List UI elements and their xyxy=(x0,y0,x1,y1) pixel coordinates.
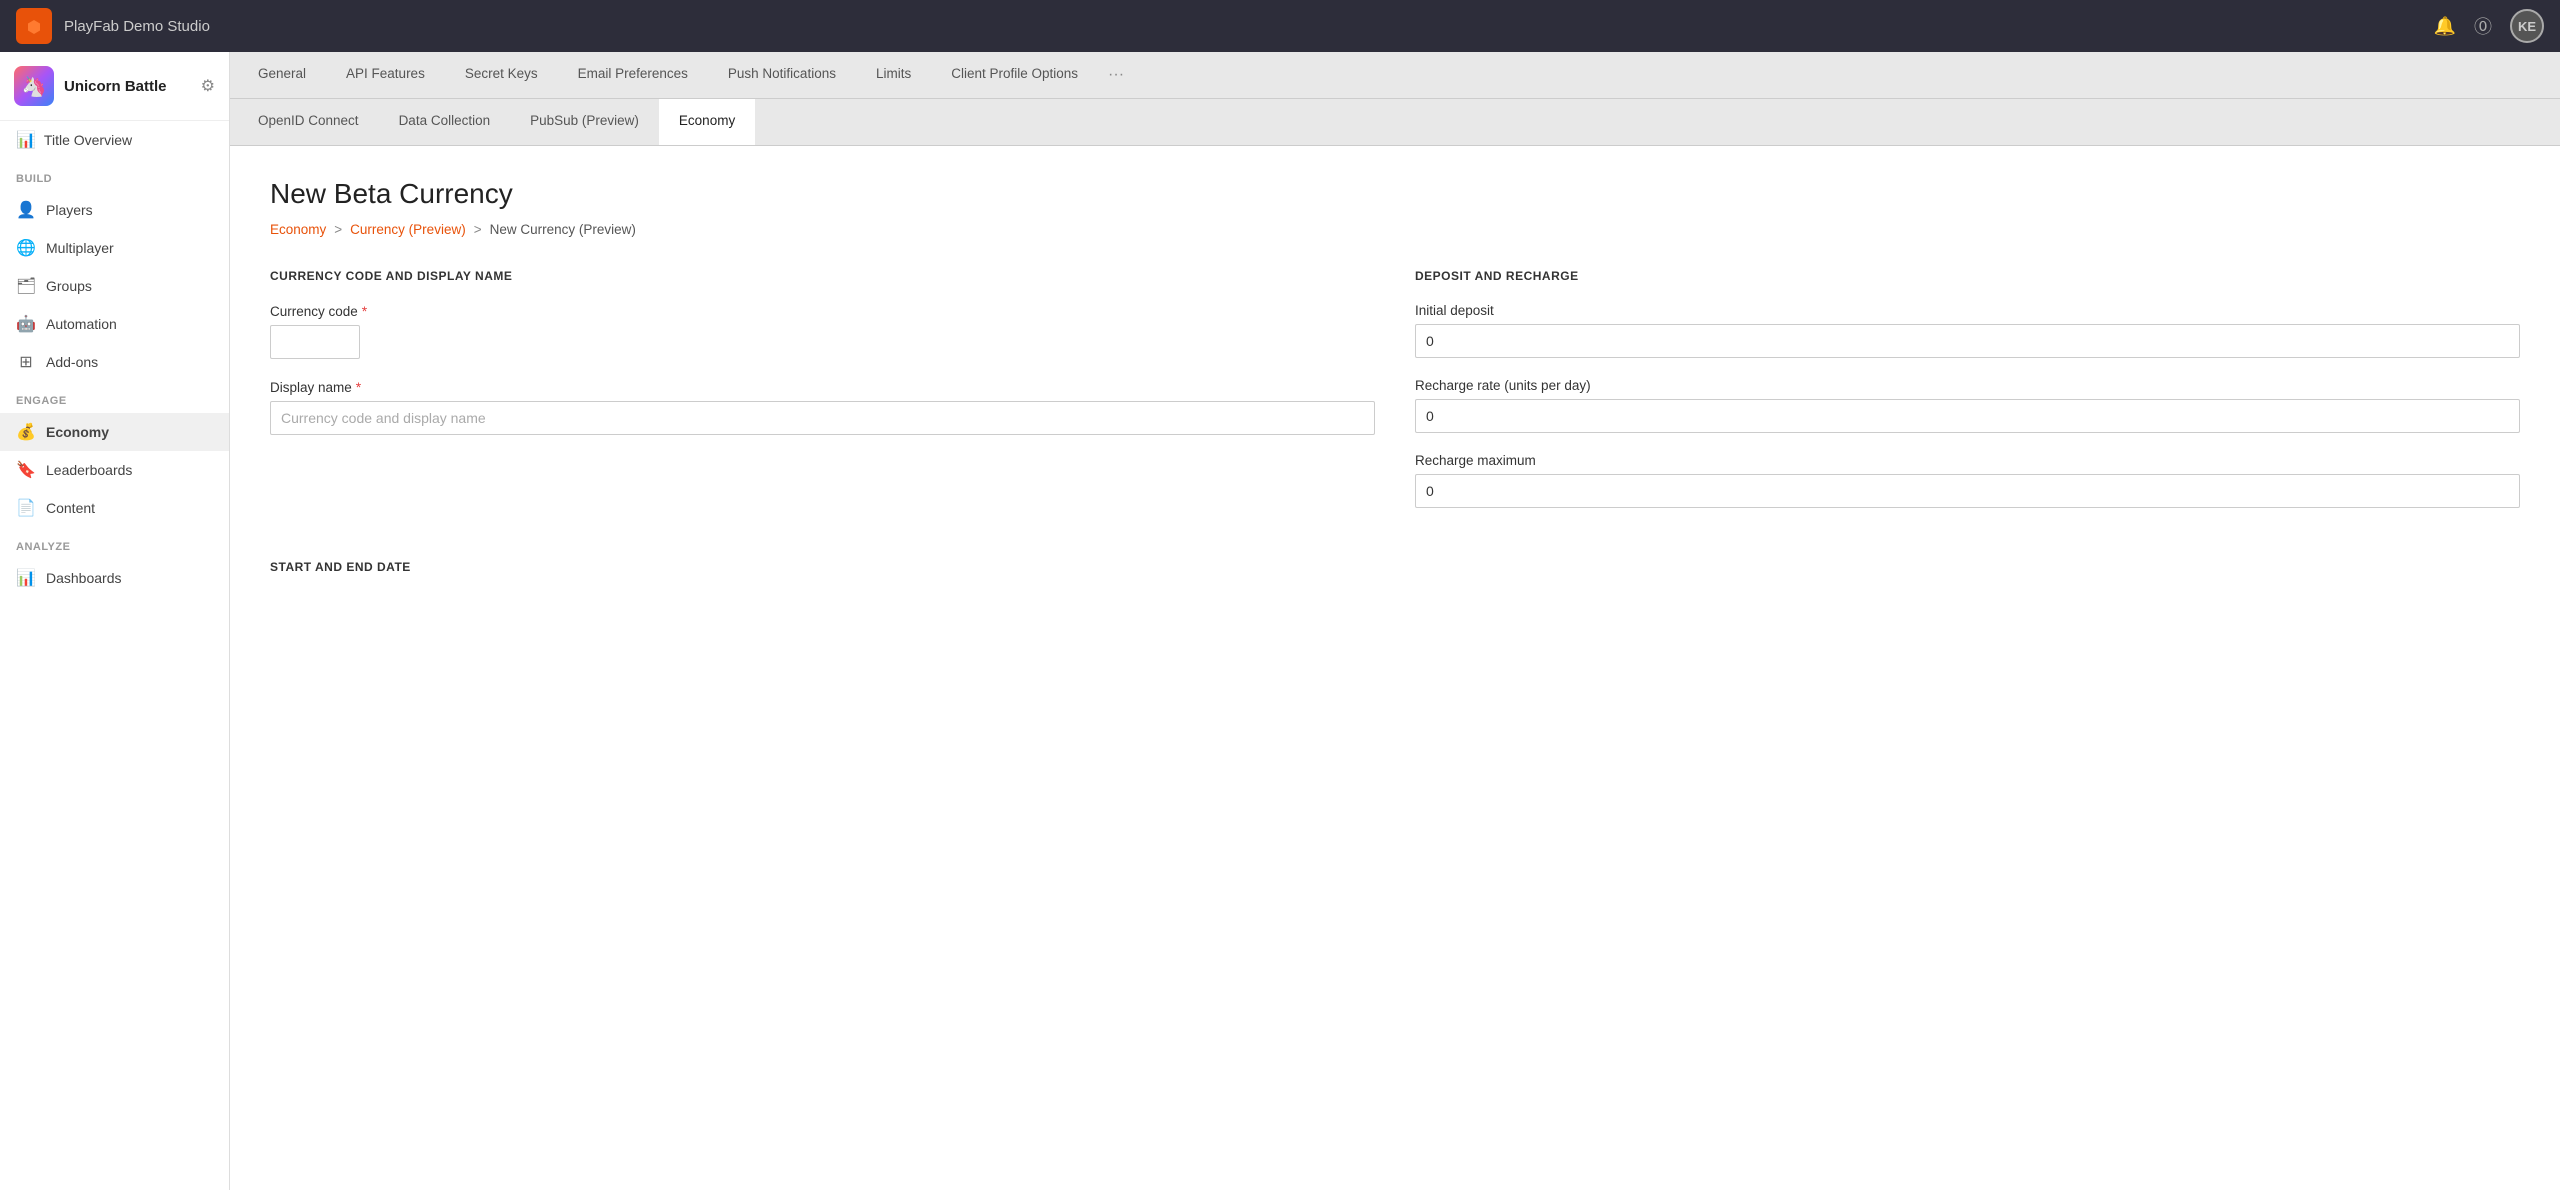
analyze-section-label: ANALYZE xyxy=(0,527,229,559)
tab-push-notifications[interactable]: Push Notifications xyxy=(708,52,856,98)
tab-secret-keys[interactable]: Secret Keys xyxy=(445,52,558,98)
sidebar-item-multiplayer-label: Multiplayer xyxy=(46,240,114,256)
main-area: General API Features Secret Keys Email P… xyxy=(230,52,2560,1190)
tab-general[interactable]: General xyxy=(238,52,326,98)
display-name-required: * xyxy=(356,379,361,395)
app-logo xyxy=(16,8,52,44)
sidebar-item-groups[interactable]: 🗂 Groups xyxy=(0,267,229,305)
initial-deposit-field: Initial deposit xyxy=(1415,303,2520,358)
tab-client-profile-options[interactable]: Client Profile Options xyxy=(931,52,1098,98)
display-name-input[interactable] xyxy=(270,401,1375,435)
sidebar-item-dashboards[interactable]: 📊 Dashboards xyxy=(0,559,229,597)
initial-deposit-label: Initial deposit xyxy=(1415,303,2520,318)
sidebar-item-groups-label: Groups xyxy=(46,278,92,294)
content-inner: New Beta Currency Economy > Currency (Pr… xyxy=(230,146,2560,1190)
dashboards-icon: 📊 xyxy=(16,568,36,588)
tab-pubsub-preview[interactable]: PubSub (Preview) xyxy=(510,99,659,145)
sidebar-item-multiplayer[interactable]: 🌐 Multiplayer xyxy=(0,229,229,267)
sidebar-item-automation-label: Automation xyxy=(46,316,117,332)
notification-icon[interactable]: 🔔 xyxy=(2434,16,2456,37)
add-ons-icon: ⊞ xyxy=(16,352,36,372)
game-icon: 🦄 xyxy=(14,66,54,106)
economy-icon: 💰 xyxy=(16,422,36,442)
form-grid: CURRENCY CODE AND DISPLAY NAME Currency … xyxy=(270,269,2520,528)
engage-section-label: ENGAGE xyxy=(0,381,229,413)
sidebar-item-title-overview[interactable]: 📊 Title Overview xyxy=(0,121,229,159)
top-bar-actions: 🔔 ⓪ KE xyxy=(2434,9,2544,43)
initial-deposit-input[interactable] xyxy=(1415,324,2520,358)
sidebar-item-content[interactable]: 📄 Content xyxy=(0,489,229,527)
app-title: PlayFab Demo Studio xyxy=(64,18,2422,35)
groups-icon: 🗂 xyxy=(16,276,36,296)
game-title: Unicorn Battle xyxy=(64,78,167,95)
currency-code-label: Currency code * xyxy=(270,303,1375,319)
tab-row-1: General API Features Secret Keys Email P… xyxy=(230,52,2560,99)
display-name-field: Display name * xyxy=(270,379,1375,435)
tab-bar: General API Features Secret Keys Email P… xyxy=(230,52,2560,146)
start-end-section: START AND END DATE xyxy=(270,560,2520,574)
multiplayer-icon: 🌐 xyxy=(16,238,36,258)
title-overview-label: Title Overview xyxy=(44,132,132,148)
more-tabs-button[interactable]: ··· xyxy=(1098,52,1134,98)
deposit-section-title: DEPOSIT AND RECHARGE xyxy=(1415,269,2520,283)
sidebar-item-economy[interactable]: 💰 Economy xyxy=(0,413,229,451)
sidebar: 🦄 Unicorn Battle ⚙ 📊 Title Overview BUIL… xyxy=(0,52,230,1190)
sidebar-item-players-label: Players xyxy=(46,202,93,218)
players-icon: 👤 xyxy=(16,200,36,220)
recharge-rate-input[interactable] xyxy=(1415,399,2520,433)
top-bar: PlayFab Demo Studio 🔔 ⓪ KE xyxy=(0,0,2560,52)
tab-openid-connect[interactable]: OpenID Connect xyxy=(238,99,379,145)
tab-limits[interactable]: Limits xyxy=(856,52,931,98)
user-avatar[interactable]: KE xyxy=(2510,9,2544,43)
tab-email-preferences[interactable]: Email Preferences xyxy=(558,52,708,98)
sidebar-item-content-label: Content xyxy=(46,500,95,516)
breadcrumb: Economy > Currency (Preview) > New Curre… xyxy=(270,222,2520,237)
sidebar-item-automation[interactable]: 🤖 Automation xyxy=(0,305,229,343)
deposit-recharge-section: DEPOSIT AND RECHARGE Initial deposit Rec… xyxy=(1415,269,2520,528)
breadcrumb-currency-preview[interactable]: Currency (Preview) xyxy=(350,222,466,237)
content-area: New Beta Currency Economy > Currency (Pr… xyxy=(230,146,2560,1190)
sidebar-header: 🦄 Unicorn Battle ⚙ xyxy=(0,52,229,121)
tab-api-features[interactable]: API Features xyxy=(326,52,445,98)
leaderboards-icon: 🔖 xyxy=(16,460,36,480)
currency-code-field: Currency code * xyxy=(270,303,1375,359)
recharge-rate-label: Recharge rate (units per day) xyxy=(1415,378,2520,393)
page-title: New Beta Currency xyxy=(270,178,2520,210)
currency-section-title: CURRENCY CODE AND DISPLAY NAME xyxy=(270,269,1375,283)
currency-code-input[interactable] xyxy=(270,325,360,359)
tab-data-collection[interactable]: Data Collection xyxy=(379,99,511,145)
help-icon[interactable]: ⓪ xyxy=(2474,13,2492,39)
tab-economy[interactable]: Economy xyxy=(659,99,755,145)
content-icon: 📄 xyxy=(16,498,36,518)
sidebar-item-economy-label: Economy xyxy=(46,424,109,440)
build-section-label: BUILD xyxy=(0,159,229,191)
breadcrumb-sep-2: > xyxy=(474,222,482,237)
sidebar-item-players[interactable]: 👤 Players xyxy=(0,191,229,229)
settings-icon[interactable]: ⚙ xyxy=(201,76,215,96)
display-name-label: Display name * xyxy=(270,379,1375,395)
recharge-rate-field: Recharge rate (units per day) xyxy=(1415,378,2520,433)
bar-chart-icon: 📊 xyxy=(16,130,36,150)
breadcrumb-economy[interactable]: Economy xyxy=(270,222,326,237)
sidebar-item-add-ons-label: Add-ons xyxy=(46,354,98,370)
main-layout: 🦄 Unicorn Battle ⚙ 📊 Title Overview BUIL… xyxy=(0,52,2560,1190)
start-end-title: START AND END DATE xyxy=(270,560,2520,574)
recharge-max-input[interactable] xyxy=(1415,474,2520,508)
recharge-max-field: Recharge maximum xyxy=(1415,453,2520,508)
breadcrumb-current: New Currency (Preview) xyxy=(490,222,636,237)
automation-icon: 🤖 xyxy=(16,314,36,334)
sidebar-item-dashboards-label: Dashboards xyxy=(46,570,122,586)
breadcrumb-sep-1: > xyxy=(334,222,342,237)
currency-code-section: CURRENCY CODE AND DISPLAY NAME Currency … xyxy=(270,269,1375,528)
recharge-max-label: Recharge maximum xyxy=(1415,453,2520,468)
sidebar-item-add-ons[interactable]: ⊞ Add-ons xyxy=(0,343,229,381)
currency-code-required: * xyxy=(362,303,367,319)
tab-row-2: OpenID Connect Data Collection PubSub (P… xyxy=(230,99,2560,145)
sidebar-item-leaderboards-label: Leaderboards xyxy=(46,462,132,478)
sidebar-item-leaderboards[interactable]: 🔖 Leaderboards xyxy=(0,451,229,489)
